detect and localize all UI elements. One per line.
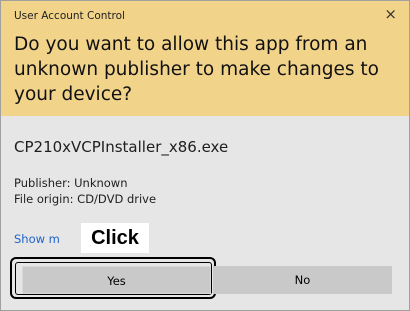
dialog-header: User Account Control × Do you want to al… xyxy=(1,1,409,116)
yes-button[interactable]: Yes xyxy=(22,266,211,294)
app-name: CP210xVCPInstaller_x86.exe xyxy=(14,138,229,156)
file-origin-text: File origin: CD/DVD drive xyxy=(14,192,157,206)
show-more-link[interactable]: Show m xyxy=(14,232,60,246)
no-button[interactable]: No xyxy=(213,266,392,294)
app-details: Publisher: Unknown File origin: CD/DVD d… xyxy=(14,175,156,207)
permission-question: Do you want to allow this app from an un… xyxy=(14,34,379,105)
close-icon[interactable]: × xyxy=(384,6,397,22)
publisher-text: Publisher: Unknown xyxy=(14,176,128,190)
click-annotation-label: Click xyxy=(81,223,149,253)
dialog-title: User Account Control xyxy=(14,10,125,22)
uac-dialog: User Account Control × Do you want to al… xyxy=(0,0,410,311)
